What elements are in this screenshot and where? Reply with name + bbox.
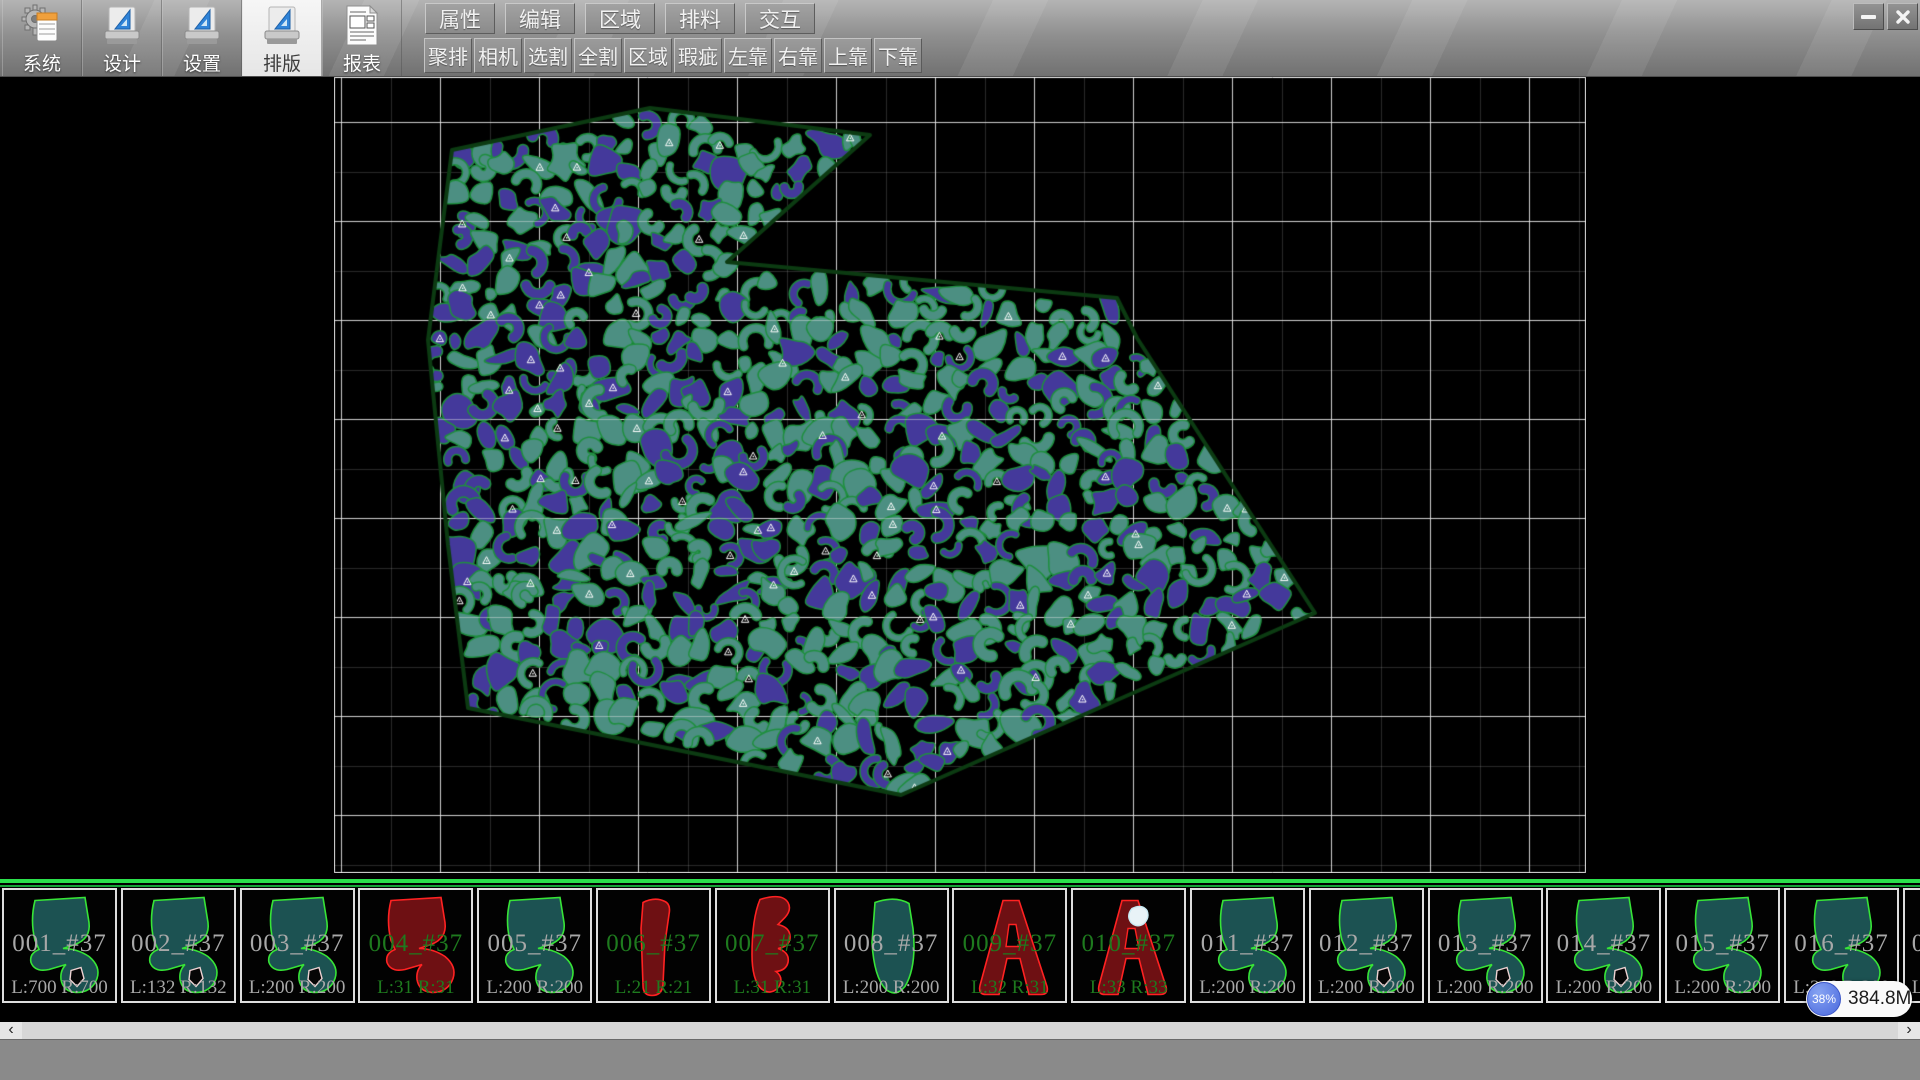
status-bar [0, 1039, 1920, 1080]
report-icon [340, 3, 384, 54]
piece-thumbnail[interactable]: 009_#37 L:32 R:31 [952, 888, 1067, 1003]
piece-lr-count-label: L:200 R:200 [1548, 977, 1659, 999]
piece-id-label: 005_#37 [479, 930, 590, 958]
piece-lr-count-label: L:200 R:200 [242, 977, 353, 999]
piece-lr-count-label: L:31 R:31 [717, 977, 828, 999]
horizontal-scrollbar[interactable]: ‹ › [0, 1022, 1920, 1039]
close-icon [1895, 9, 1911, 25]
piece-thumbnail[interactable]: 011_#37 L:200 R:200 [1190, 888, 1305, 1003]
tool-button-8[interactable]: 右靠 [774, 38, 822, 73]
main-tab-4[interactable]: 排版 [242, 0, 322, 76]
main-tab-2[interactable]: 设计 [82, 0, 162, 76]
piece-id-label: 011_#37 [1192, 930, 1303, 958]
piece-id-label: 004_#37 [360, 930, 471, 958]
minimize-button[interactable] [1853, 3, 1884, 30]
main-tab-label: 报表 [343, 54, 381, 76]
piece-lr-count-label: L:200 R:200 [836, 977, 947, 999]
main-tab-5[interactable]: 报表 [322, 0, 402, 76]
piece-thumbnail[interactable]: 002_#37 L:132 R:132 [121, 888, 236, 1003]
piece-thumbnail-strip: 001_#37 L:700 R:700 002_#37 L:132 R:132 003_… [0, 888, 1920, 1006]
memory-percent: 38% [1812, 992, 1836, 1006]
piece-lr-count-label: L:200 R:200 [1430, 977, 1541, 999]
tool-button-6[interactable]: 瑕疵 [674, 38, 722, 73]
piece-id-label: 010_#37 [1073, 930, 1184, 958]
tool-button-2[interactable]: 相机 [474, 38, 522, 73]
gear-document-icon [20, 3, 64, 54]
memory-percent-indicator: 38% [1807, 982, 1841, 1016]
piece-thumbnail[interactable]: 004_#37 L:31 R:31 [358, 888, 473, 1003]
menu-item-5[interactable]: 交互 [745, 3, 815, 34]
menu-item-1[interactable]: 属性 [425, 3, 495, 34]
nesting-app-window: 系统设计设置排版报表 属性编辑区域排料交互 聚排相机选割全割区域瑕疵左靠右靠上靠… [0, 0, 1920, 1080]
piece-thumbnail[interactable]: 008_#37 L:200 R:200 [834, 888, 949, 1003]
main-tab-label: 设置 [183, 54, 221, 76]
piece-lr-count-label: L:21 R:21 [598, 977, 709, 999]
menu-item-2[interactable]: 编辑 [505, 3, 575, 34]
minimize-icon [1861, 15, 1876, 19]
tool-button-10[interactable]: 下靠 [874, 38, 922, 73]
nesting-canvas[interactable] [334, 77, 1586, 873]
piece-thumbnail[interactable]: 005_#37 L:200 R:200 [477, 888, 592, 1003]
piece-thumbnail[interactable]: 006_#37 L:21 R:21 [596, 888, 711, 1003]
piece-thumbnail[interactable]: 007_#37 L:31 R:31 [715, 888, 830, 1003]
piece-id-label: 002_#37 [123, 930, 234, 958]
piece-thumbnail[interactable]: 003_#37 L:200 R:200 [240, 888, 355, 1003]
piece-lr-count-label: L:200 R:200 [1667, 977, 1778, 999]
piece-id-label: 009_#37 [954, 930, 1065, 958]
close-button[interactable] [1887, 3, 1918, 30]
menu-item-3[interactable]: 区域 [585, 3, 655, 34]
piece-lr-count-label: L:31 R:31 [360, 977, 471, 999]
piece-lr-count-label: L:200 R:200 [479, 977, 590, 999]
piece-id-label: 008_#37 [836, 930, 947, 958]
piece-thumbnail[interactable]: 014_#37 L:200 R:200 [1546, 888, 1661, 1003]
piece-id-label: 013_#37 [1430, 930, 1541, 958]
piece-id-label: 003_#37 [242, 930, 353, 958]
menu-item-4[interactable]: 排料 [665, 3, 735, 34]
piece-lr-count-label: L:200 R:200 [1192, 977, 1303, 999]
piece-lr-count-label: L:33 R:33 [1073, 977, 1184, 999]
main-tab-label: 设计 [103, 54, 141, 76]
piece-id-label: 015_#37 [1667, 930, 1778, 958]
tool-button-5[interactable]: 区域 [624, 38, 672, 73]
ruler-icon [180, 3, 224, 54]
tool-button-7[interactable]: 左靠 [724, 38, 772, 73]
piece-lr-count-label: L:132 R:132 [123, 977, 234, 999]
piece-thumbnail[interactable]: 010_#37 L:33 R:33 [1071, 888, 1186, 1003]
piece-id-label: 012_#37 [1311, 930, 1422, 958]
scroll-left-arrow[interactable]: ‹ [0, 1022, 22, 1039]
piece-id-label: 001_#37 [4, 930, 115, 958]
piece-lr-count-label: L:32 R:31 [954, 977, 1065, 999]
scroll-right-arrow[interactable]: › [1898, 1022, 1920, 1039]
piece-id-label: 016_#37 [1786, 930, 1897, 958]
menu-bar: 属性编辑区域排料交互 [425, 3, 815, 34]
main-tab-1[interactable]: 系统 [2, 0, 82, 76]
main-tab-label: 排版 [263, 54, 301, 76]
ruler-icon [100, 3, 144, 54]
tool-button-3[interactable]: 选割 [524, 38, 572, 73]
tool-button-9[interactable]: 上靠 [824, 38, 872, 73]
main-toolbar: 系统设计设置排版报表 属性编辑区域排料交互 聚排相机选割全割区域瑕疵左靠右靠上靠… [0, 0, 1920, 77]
memory-size: 384.8M [1848, 981, 1911, 1017]
piece-id-label: 014_#37 [1548, 930, 1659, 958]
piece-thumbnail[interactable]: 012_#37 L:200 R:200 [1309, 888, 1424, 1003]
strip-divider-line-thin [0, 885, 1920, 887]
piece-id-label: 007_#37 [717, 930, 828, 958]
ruler-icon [260, 3, 304, 54]
piece-id-label: 0 [1905, 930, 1920, 958]
tool-button-4[interactable]: 全割 [574, 38, 622, 73]
piece-lr-count-label: L:700 R:700 [4, 977, 115, 999]
piece-thumbnail[interactable]: 001_#37 L:700 R:700 [2, 888, 117, 1003]
main-tab-3[interactable]: 设置 [162, 0, 242, 76]
piece-lr-count-label: L:200 R:200 [1311, 977, 1422, 999]
piece-id-label: 006_#37 [598, 930, 709, 958]
piece-thumbnail[interactable]: 013_#37 L:200 R:200 [1428, 888, 1543, 1003]
piece-thumbnail[interactable]: 015_#37 L:200 R:200 [1665, 888, 1780, 1003]
main-tab-label: 系统 [23, 54, 61, 76]
tool-button-1[interactable]: 聚排 [424, 38, 472, 73]
strip-divider-line [0, 879, 1920, 883]
memory-usage-badge: 38% 384.8M [1806, 981, 1912, 1017]
tool-bar: 聚排相机选割全割区域瑕疵左靠右靠上靠下靠 [424, 38, 922, 73]
